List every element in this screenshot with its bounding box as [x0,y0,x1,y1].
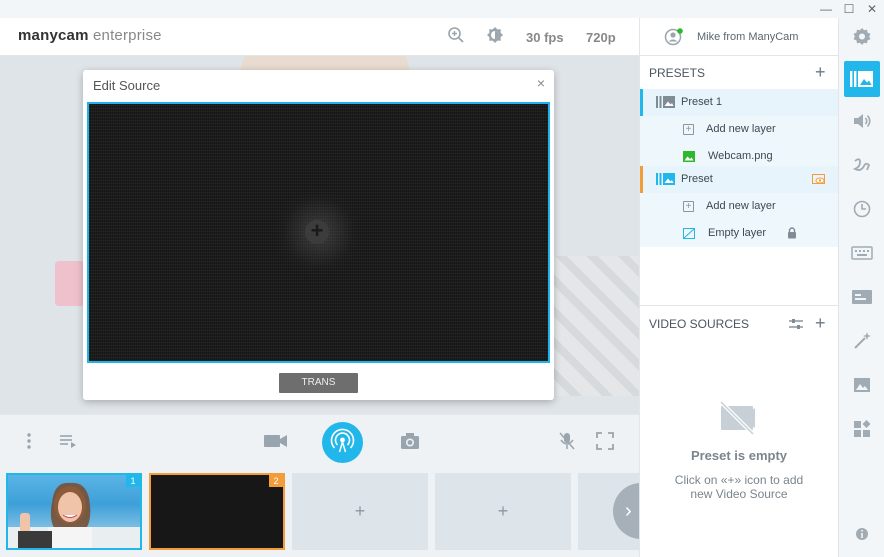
divider [640,305,838,306]
trans-button[interactable]: TRANS [279,373,358,393]
playlist-icon[interactable] [56,430,80,452]
header: manycam enterprise 30 fps 720p [0,18,639,56]
keyboard-icon[interactable] [846,237,878,269]
presets-panel: PRESETS + Preset 1 + Add new layer Webca… [639,56,838,557]
webcam-thumbnail [8,482,140,548]
add-source-icon[interactable]: + [305,220,329,244]
video-camera-icon[interactable] [262,430,290,452]
no-video-icon [717,396,761,436]
minimize-button[interactable]: — [814,0,838,18]
preset-layers-icon [656,172,676,189]
dialog-close-icon[interactable]: × [534,76,548,90]
preset-row[interactable]: Preset 1 [640,89,838,116]
video-sources-title: VIDEO SOURCES [649,317,750,331]
lower-thirds-icon[interactable] [846,281,878,313]
clock-icon[interactable] [846,193,878,225]
widgets-icon[interactable] [846,413,878,445]
image-layer-icon [683,151,695,165]
empty-layer-icon [683,228,695,242]
title-bar: — ☐ ✕ [0,0,884,18]
preset-label: Preset [681,173,713,185]
effects-icon[interactable] [846,325,878,357]
add-layer-row[interactable]: + Add new layer [640,193,838,220]
preset-row[interactable]: Preset [640,166,838,193]
layer-label: Empty layer [708,227,767,239]
empty-hint-line1: Click on «+» icon to add [674,473,804,487]
add-preset-icon[interactable]: + [815,62,826,83]
user-name[interactable]: Mike from ManyCam [697,31,798,43]
broadcast-button[interactable] [322,422,363,463]
layer-row[interactable]: Empty layer [640,220,838,247]
image-icon[interactable] [846,369,878,401]
presets-icon[interactable] [844,61,880,97]
close-window-button[interactable]: ✕ [860,0,884,18]
slot-number-badge: 1 [126,475,140,487]
add-layer-icon: + [683,124,694,135]
source-canvas[interactable]: + [87,102,550,363]
user-bar: Mike from ManyCam [639,18,838,56]
dialog-title: Edit Source [93,78,161,93]
slot-number-badge: 2 [269,475,283,487]
fps-selector[interactable]: 30 fps [526,30,564,45]
maximize-button[interactable]: ☐ [837,0,861,18]
sources-strip: 1 2 + + › [0,466,645,557]
add-layer-row[interactable]: + Add new layer [640,116,838,143]
lock-icon[interactable] [787,227,797,242]
empty-state: Preset is empty Click on «+» icon to add… [640,396,838,501]
gear-icon[interactable] [846,21,878,53]
empty-title: Preset is empty [690,448,788,463]
control-bar [0,414,639,466]
source-slot-3[interactable]: + [292,473,428,550]
resolution-selector[interactable]: 720p [586,30,616,45]
add-layer-label: Add new layer [706,200,776,212]
microphone-muted-icon[interactable] [555,430,579,452]
source-slot-1[interactable]: 1 [6,473,142,550]
app-logo: manycam enterprise [18,27,162,44]
brightness-icon[interactable] [485,26,505,46]
layer-label: Webcam.png [708,150,773,162]
add-video-source-icon[interactable]: + [815,313,826,334]
volume-icon[interactable] [846,105,878,137]
snapshot-camera-icon[interactable] [398,430,422,452]
add-layer-label: Add new layer [706,123,776,135]
more-options-icon[interactable] [17,430,41,452]
add-layer-icon: + [683,201,694,212]
edit-source-dialog: Edit Source × + TRANS [83,70,554,400]
right-toolbar [838,18,884,557]
add-source-icon: + [497,501,509,521]
draw-icon[interactable] [846,149,878,181]
zoom-in-icon[interactable] [446,26,466,46]
user-icon[interactable] [664,27,684,47]
preview-eye-icon[interactable] [812,174,826,188]
empty-hint-line2: new Video Source [690,487,788,501]
info-icon[interactable] [846,518,878,550]
source-slot-2[interactable]: 2 [149,473,285,550]
sort-icon[interactable] [788,318,804,330]
source-slot-4[interactable]: + [435,473,571,550]
add-source-icon: + [354,501,366,521]
preset-layers-icon [656,95,676,112]
preset-label: Preset 1 [681,96,722,108]
presets-title: PRESETS [649,66,706,80]
fullscreen-icon[interactable] [593,430,617,452]
broadcast-icon [330,428,355,453]
